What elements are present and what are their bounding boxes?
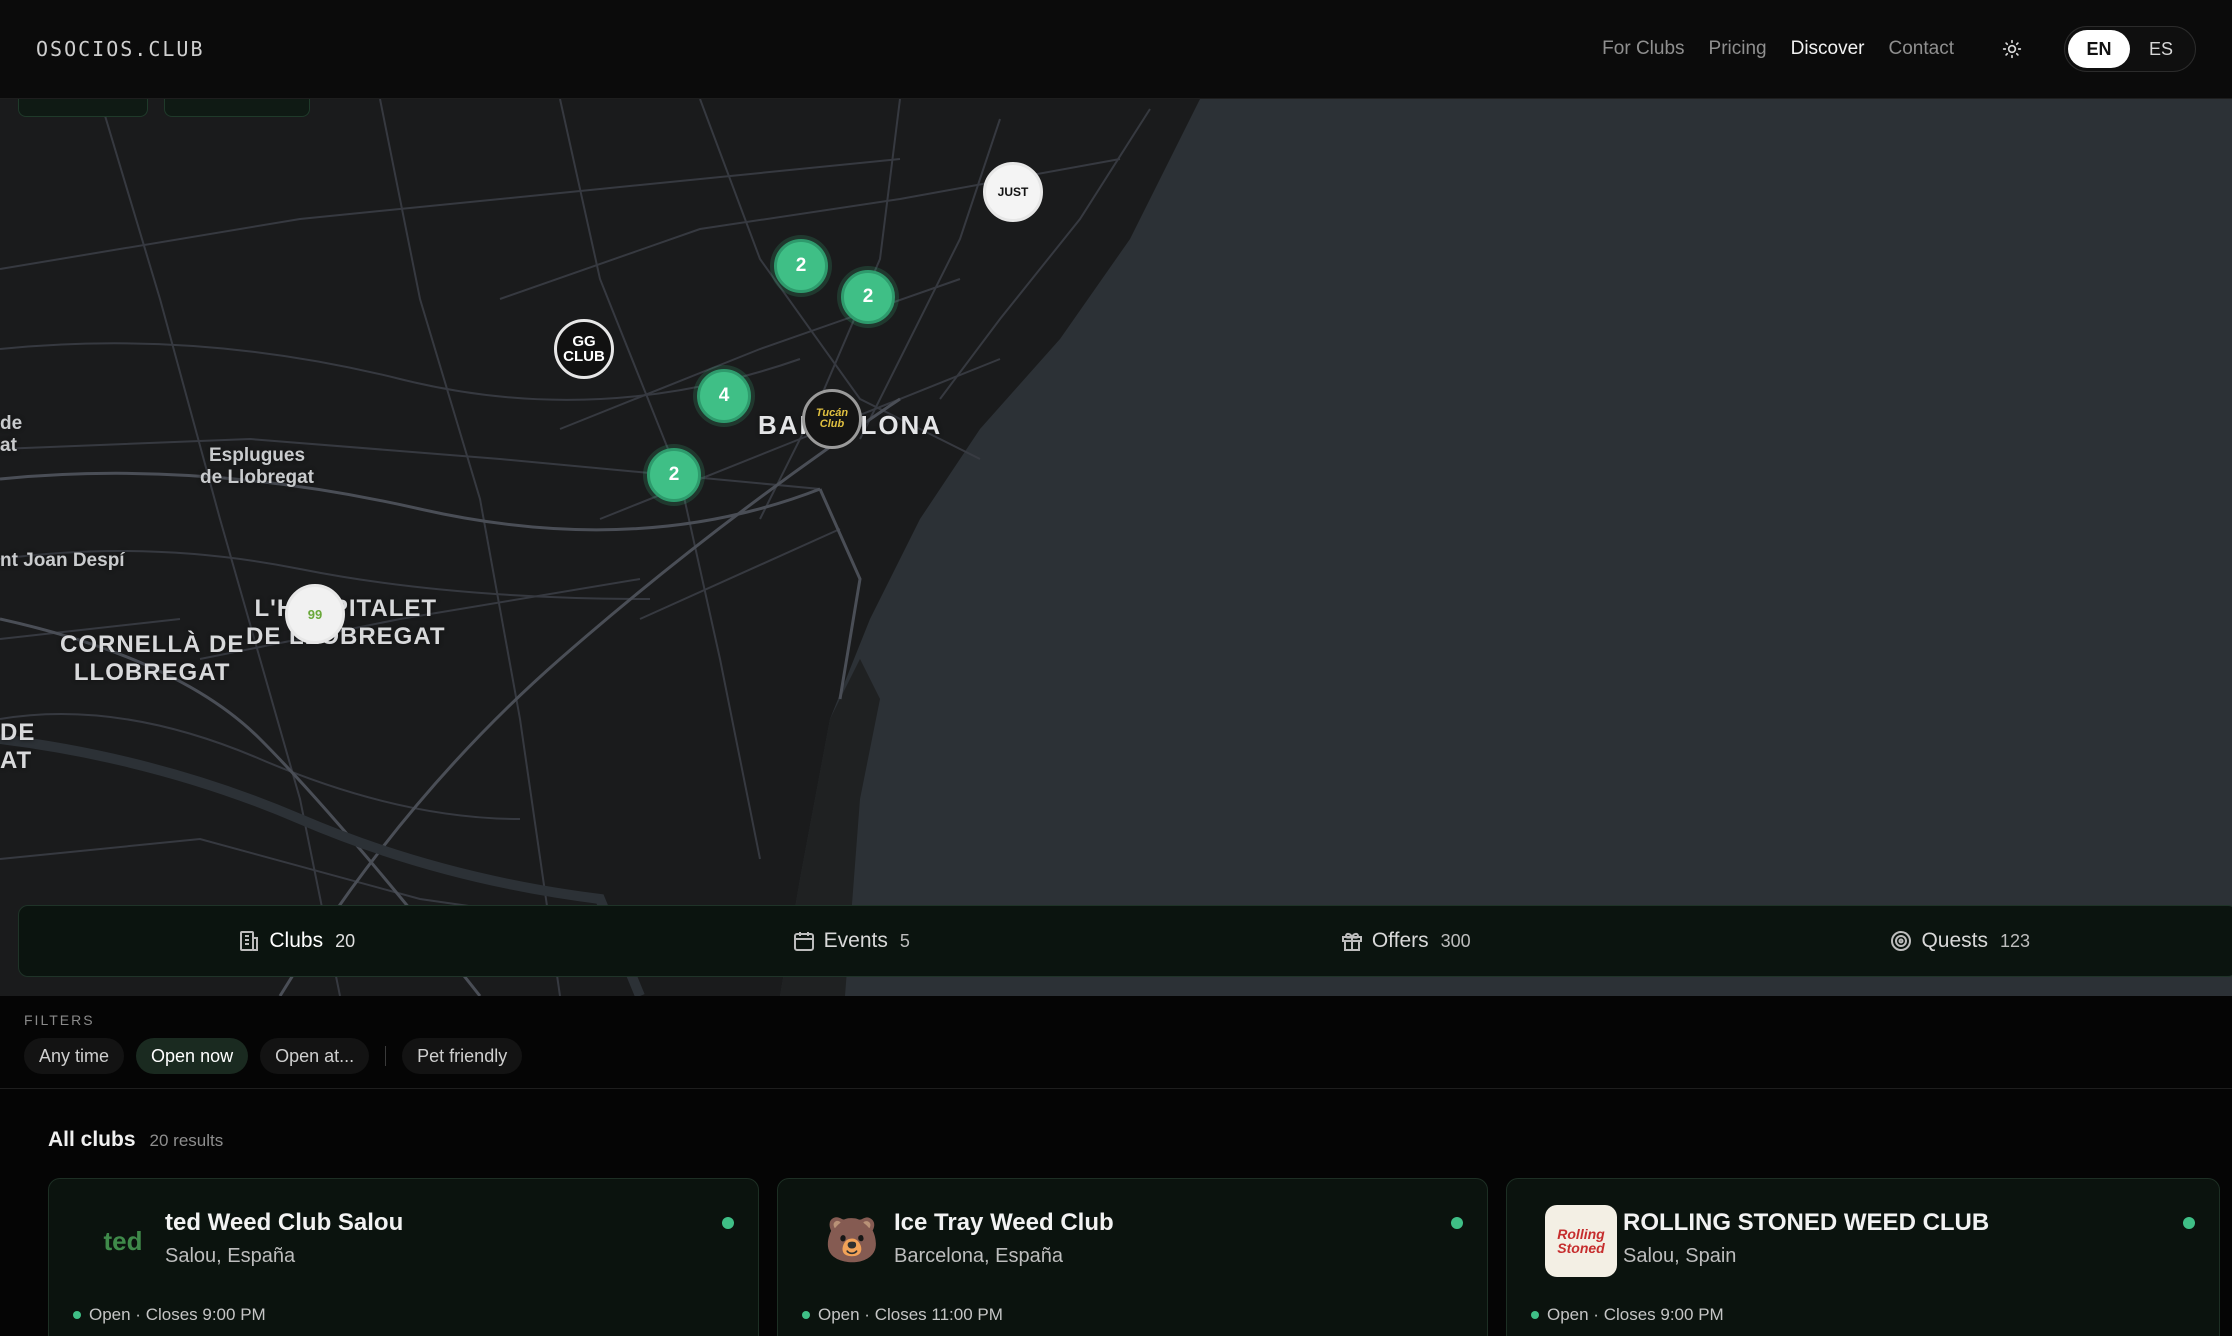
results-header: All clubs 20 results [48, 1128, 223, 1152]
map-overlay-controls [18, 99, 326, 117]
map-label-esplugues: Esplugues de Llobregat [200, 445, 315, 488]
map-label-left-de2: DE AT [0, 719, 36, 774]
club-pin-gg-club[interactable]: GG CLUB [554, 319, 614, 379]
club-pin-tucan[interactable]: Tucán Club [802, 389, 862, 449]
club-name: ted Weed Club Salou [165, 1209, 404, 1236]
tab-clubs-label: Clubs [269, 929, 324, 952]
filters-label: FILTERS [24, 1012, 95, 1028]
tab-clubs[interactable]: Clubs 20 [19, 906, 574, 976]
tab-offers-count: 300 [1440, 930, 1471, 951]
map-control-1[interactable] [18, 99, 148, 117]
tab-offers[interactable]: Offers 300 [1128, 906, 1683, 976]
club-hours: Open · Closes 9:00 PM [1531, 1305, 1724, 1325]
results-title: All clubs [48, 1128, 136, 1151]
club-location: Barcelona, España [894, 1245, 1064, 1267]
map-cluster-marker[interactable]: 2 [647, 448, 701, 502]
filter-divider [385, 1046, 387, 1066]
nav-pricing[interactable]: Pricing [1709, 38, 1767, 60]
tab-quests[interactable]: Quests 123 [1683, 906, 2232, 976]
target-icon [1891, 931, 1912, 951]
filter-chips: Any time Open now Open at... Pet friendl… [24, 1038, 2208, 1074]
club-location: Salou, Spain [1623, 1245, 1737, 1267]
status-dot-icon [1531, 1311, 1539, 1319]
building-icon [240, 931, 259, 951]
club-card[interactable]: ted ted Weed Club Salou Salou, España Op… [48, 1178, 759, 1336]
tab-events[interactable]: Events 5 [574, 906, 1129, 976]
club-name: Ice Tray Weed Club [894, 1209, 1114, 1236]
lang-en-button[interactable]: EN [2068, 30, 2130, 68]
club-map[interactable]: de at Esplugues de Llobregat nt Joan Des… [0, 99, 2232, 996]
main-nav: For Clubs Pricing Discover Contact EN ES [1602, 26, 2196, 72]
map-cluster-marker[interactable]: 4 [697, 369, 751, 423]
top-navbar: OSOCIOS.CLUB For Clubs Pricing Discover … [0, 0, 2232, 99]
club-hours: Open · Closes 9:00 PM [73, 1305, 266, 1325]
lang-es-button[interactable]: ES [2130, 30, 2192, 68]
open-status-dot [2183, 1217, 2195, 1229]
club-hours-text: Open · Closes 9:00 PM [1547, 1305, 1724, 1324]
tab-events-label: Events [823, 929, 888, 952]
map-streets [0, 99, 2232, 996]
filter-pet-friendly[interactable]: Pet friendly [402, 1038, 523, 1074]
nav-contact[interactable]: Contact [1889, 38, 1954, 60]
map-cluster-marker[interactable]: 2 [841, 270, 895, 324]
filter-open-now[interactable]: Open now [136, 1038, 249, 1074]
club-card-list: ted ted Weed Club Salou Salou, España Op… [48, 1178, 2220, 1336]
filters-bar: FILTERS Any time Open now Open at... Pet… [0, 996, 2232, 1089]
open-status-dot [722, 1217, 734, 1229]
club-hours: Open · Closes 11:00 PM [802, 1305, 1003, 1325]
map-cluster-marker[interactable]: 2 [774, 239, 828, 293]
tab-events-count: 5 [899, 930, 910, 951]
sun-icon [2002, 39, 2022, 59]
map-label-cornella: CORNELLÀ DE LLOBREGAT [60, 631, 245, 686]
language-switcher: EN ES [2064, 26, 2196, 72]
club-pin-hospitalet[interactable]: 99 [285, 584, 345, 644]
site-logo[interactable]: OSOCIOS.CLUB [36, 37, 205, 61]
club-card[interactable]: Rolling Stoned ROLLING STONED WEED CLUB … [1506, 1178, 2220, 1336]
club-logo: ted [103, 1226, 143, 1256]
club-hours-text: Open · Closes 11:00 PM [818, 1305, 1003, 1324]
status-dot-icon [802, 1311, 810, 1319]
open-status-dot [1451, 1217, 1463, 1229]
theme-toggle-button[interactable] [1990, 27, 2034, 71]
nav-for-clubs[interactable]: For Clubs [1602, 38, 1684, 60]
club-pin-just[interactable]: JUST [983, 162, 1043, 222]
club-card[interactable]: 🐻 Ice Tray Weed Club Barcelona, España O… [777, 1178, 1488, 1336]
tab-offers-label: Offers [1371, 929, 1429, 952]
map-label-sant-joan: nt Joan Despí [0, 550, 125, 571]
map-label-left-de: de at [0, 413, 23, 456]
nav-discover[interactable]: Discover [1791, 38, 1865, 60]
club-logo: Rolling Stoned [1545, 1205, 1617, 1277]
calendar-icon [793, 932, 814, 951]
map-control-2[interactable] [164, 99, 310, 117]
tab-quests-count: 123 [1999, 930, 2031, 951]
results-count: 20 results [149, 1131, 224, 1150]
category-tabs: Clubs 20 Events 5 Offers 300 Quests 123 [18, 905, 2232, 977]
club-location: Salou, España [165, 1245, 296, 1267]
filter-any-time[interactable]: Any time [24, 1038, 125, 1074]
club-name: ROLLING STONED WEED CLUB [1623, 1209, 1990, 1236]
gift-icon [1341, 932, 1362, 951]
filter-open-at[interactable]: Open at... [260, 1038, 370, 1074]
club-hours-text: Open · Closes 9:00 PM [89, 1305, 266, 1324]
map-label-hospitalet: L'HOSPITALET DE LLOBREGAT [246, 595, 446, 650]
tab-clubs-count: 20 [335, 930, 356, 951]
status-dot-icon [73, 1311, 81, 1319]
club-logo: 🐻 [824, 1216, 880, 1265]
tab-quests-label: Quests [1921, 929, 1988, 952]
